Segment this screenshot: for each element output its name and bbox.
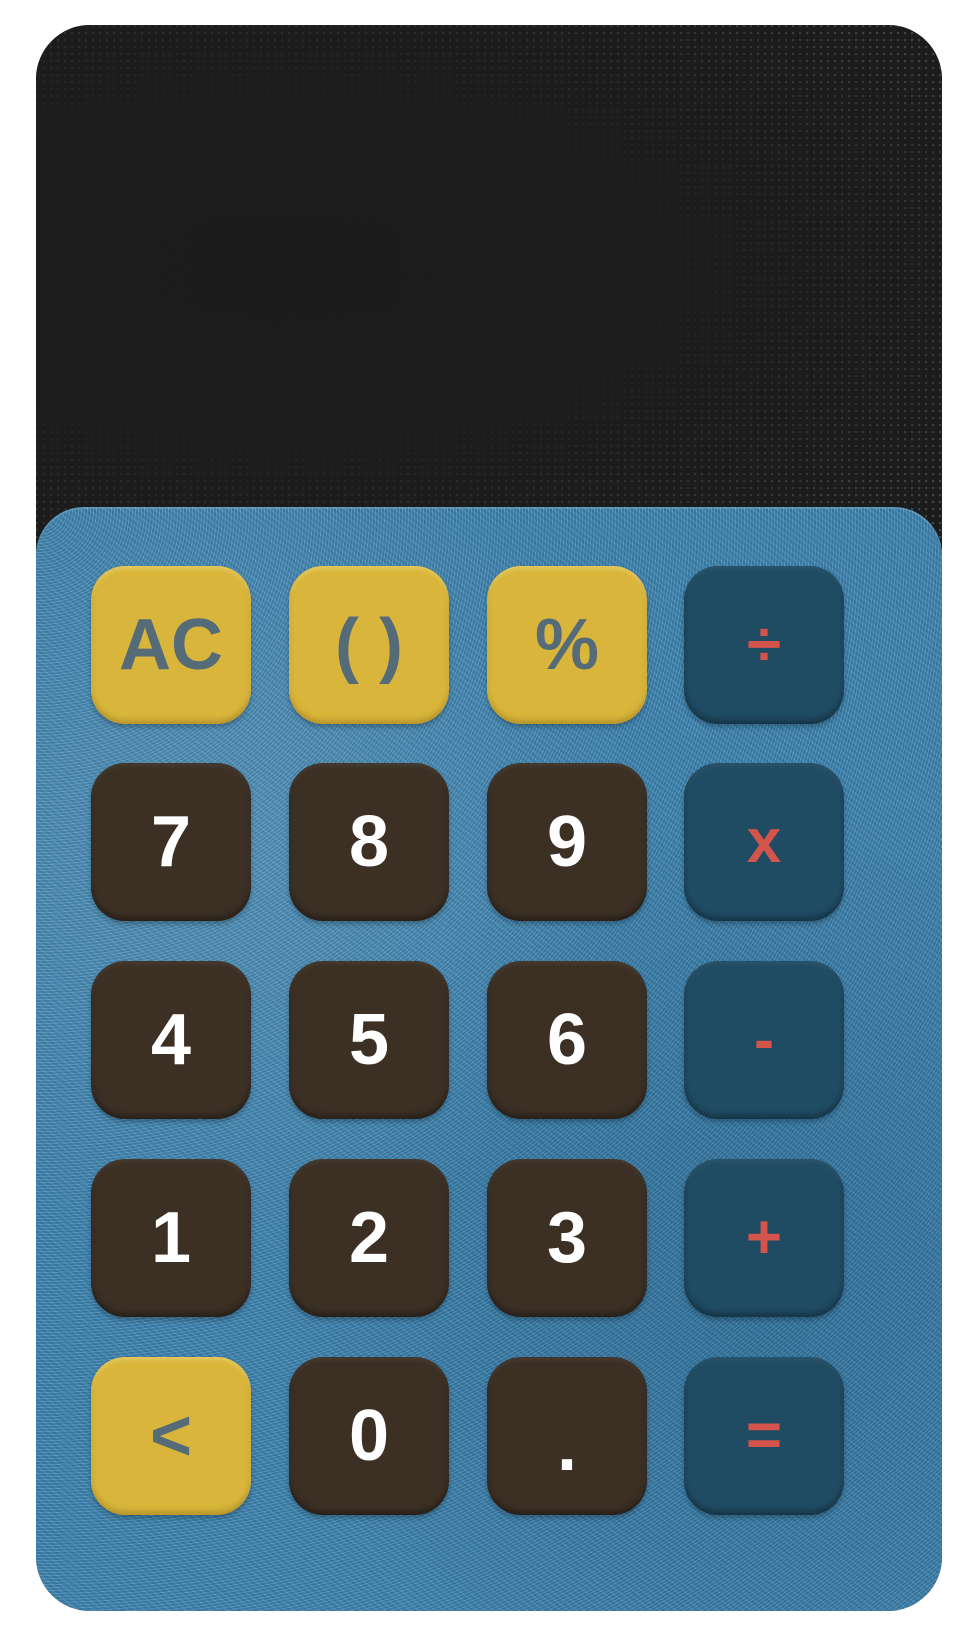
add-button[interactable]: + (684, 1159, 844, 1317)
backspace-label: < (149, 1396, 193, 1476)
parentheses-button[interactable]: ( ) (289, 566, 449, 724)
subtract-button[interactable]: - (684, 961, 844, 1119)
multiply-label: x (746, 807, 782, 876)
keypad: AC ( ) % ÷ 7 8 9 x 4 5 6 - 1 2 3 + < 0 .… (36, 507, 942, 1611)
divide-button[interactable]: ÷ (684, 566, 844, 724)
subtract-label: - (754, 1006, 774, 1073)
digit-2-label: 2 (348, 1198, 390, 1278)
digit-7-button[interactable]: 7 (91, 763, 251, 921)
digit-3-button[interactable]: 3 (487, 1159, 647, 1317)
all-clear-button[interactable]: AC (91, 566, 251, 724)
all-clear-label: AC (119, 605, 223, 685)
digit-8-label: 8 (348, 802, 390, 882)
digit-0-button[interactable]: 0 (289, 1357, 449, 1515)
equals-button[interactable]: = (684, 1357, 844, 1515)
digit-3-label: 3 (546, 1198, 588, 1278)
divide-label: ÷ (746, 610, 782, 679)
backspace-button[interactable]: < (91, 1357, 251, 1515)
digit-4-button[interactable]: 4 (91, 961, 251, 1119)
percent-label: % (534, 605, 600, 685)
add-label: + (745, 1203, 783, 1272)
digit-8-button[interactable]: 8 (289, 763, 449, 921)
decimal-point-button[interactable]: . (487, 1357, 647, 1515)
multiply-button[interactable]: x (684, 763, 844, 921)
digit-1-button[interactable]: 1 (91, 1159, 251, 1317)
digit-7-label: 7 (150, 802, 192, 882)
percent-button[interactable]: % (487, 566, 647, 724)
digit-1-label: 1 (150, 1198, 192, 1278)
digit-6-label: 6 (546, 1000, 588, 1080)
equals-label: = (745, 1401, 783, 1470)
digit-6-button[interactable]: 6 (487, 961, 647, 1119)
decimal-point-label: . (556, 1406, 577, 1486)
digit-9-button[interactable]: 9 (487, 763, 647, 921)
digit-2-button[interactable]: 2 (289, 1159, 449, 1317)
digit-0-label: 0 (348, 1396, 390, 1476)
calculator-body: AC ( ) % ÷ 7 8 9 x 4 5 6 - 1 2 3 + < 0 .… (36, 25, 942, 1611)
calculator-display (36, 25, 942, 565)
digit-9-label: 9 (546, 802, 588, 882)
digit-5-button[interactable]: 5 (289, 961, 449, 1119)
digit-4-label: 4 (150, 1000, 192, 1080)
parentheses-label: ( ) (335, 605, 403, 685)
digit-5-label: 5 (348, 1000, 390, 1080)
